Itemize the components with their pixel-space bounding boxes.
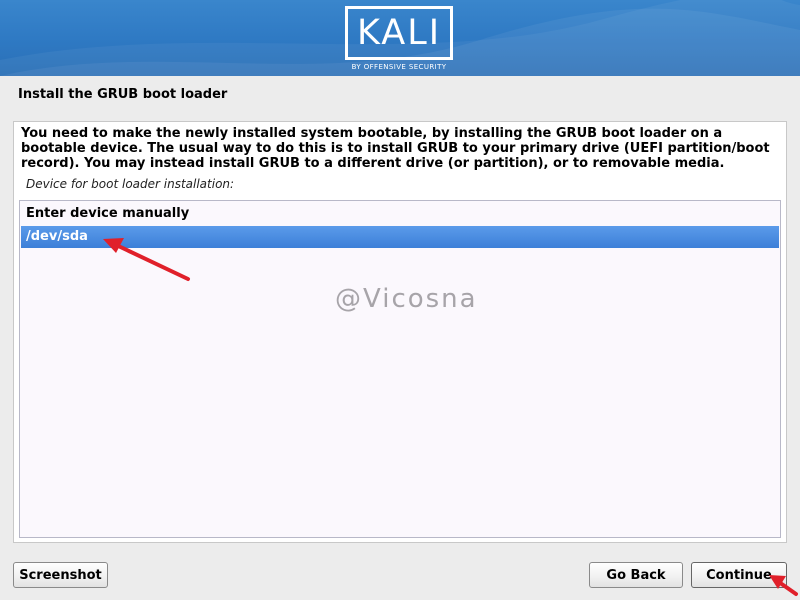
- list-item-dev-sda[interactable]: /dev/sda: [21, 226, 779, 248]
- description-text: You need to make the newly installed sys…: [21, 126, 770, 171]
- kali-logo-text: KALI: [356, 13, 442, 53]
- device-list[interactable]: Enter device manually /dev/sda: [19, 200, 781, 538]
- go-back-button[interactable]: Go Back: [589, 562, 683, 588]
- installer-header: KALI BY OFFENSIVE SECURITY: [0, 0, 800, 76]
- page-title: Install the GRUB boot loader: [18, 87, 228, 102]
- device-field-label: Device for boot loader installation:: [26, 177, 235, 191]
- list-item-enter-device-manually[interactable]: Enter device manually: [21, 203, 779, 225]
- continue-button[interactable]: Continue: [691, 562, 787, 588]
- kali-logo: KALI: [345, 6, 453, 60]
- watermark-text: @Vicosna: [335, 284, 478, 314]
- screenshot-button[interactable]: Screenshot: [13, 562, 108, 588]
- kali-logo-subtitle: BY OFFENSIVE SECURITY: [351, 63, 447, 71]
